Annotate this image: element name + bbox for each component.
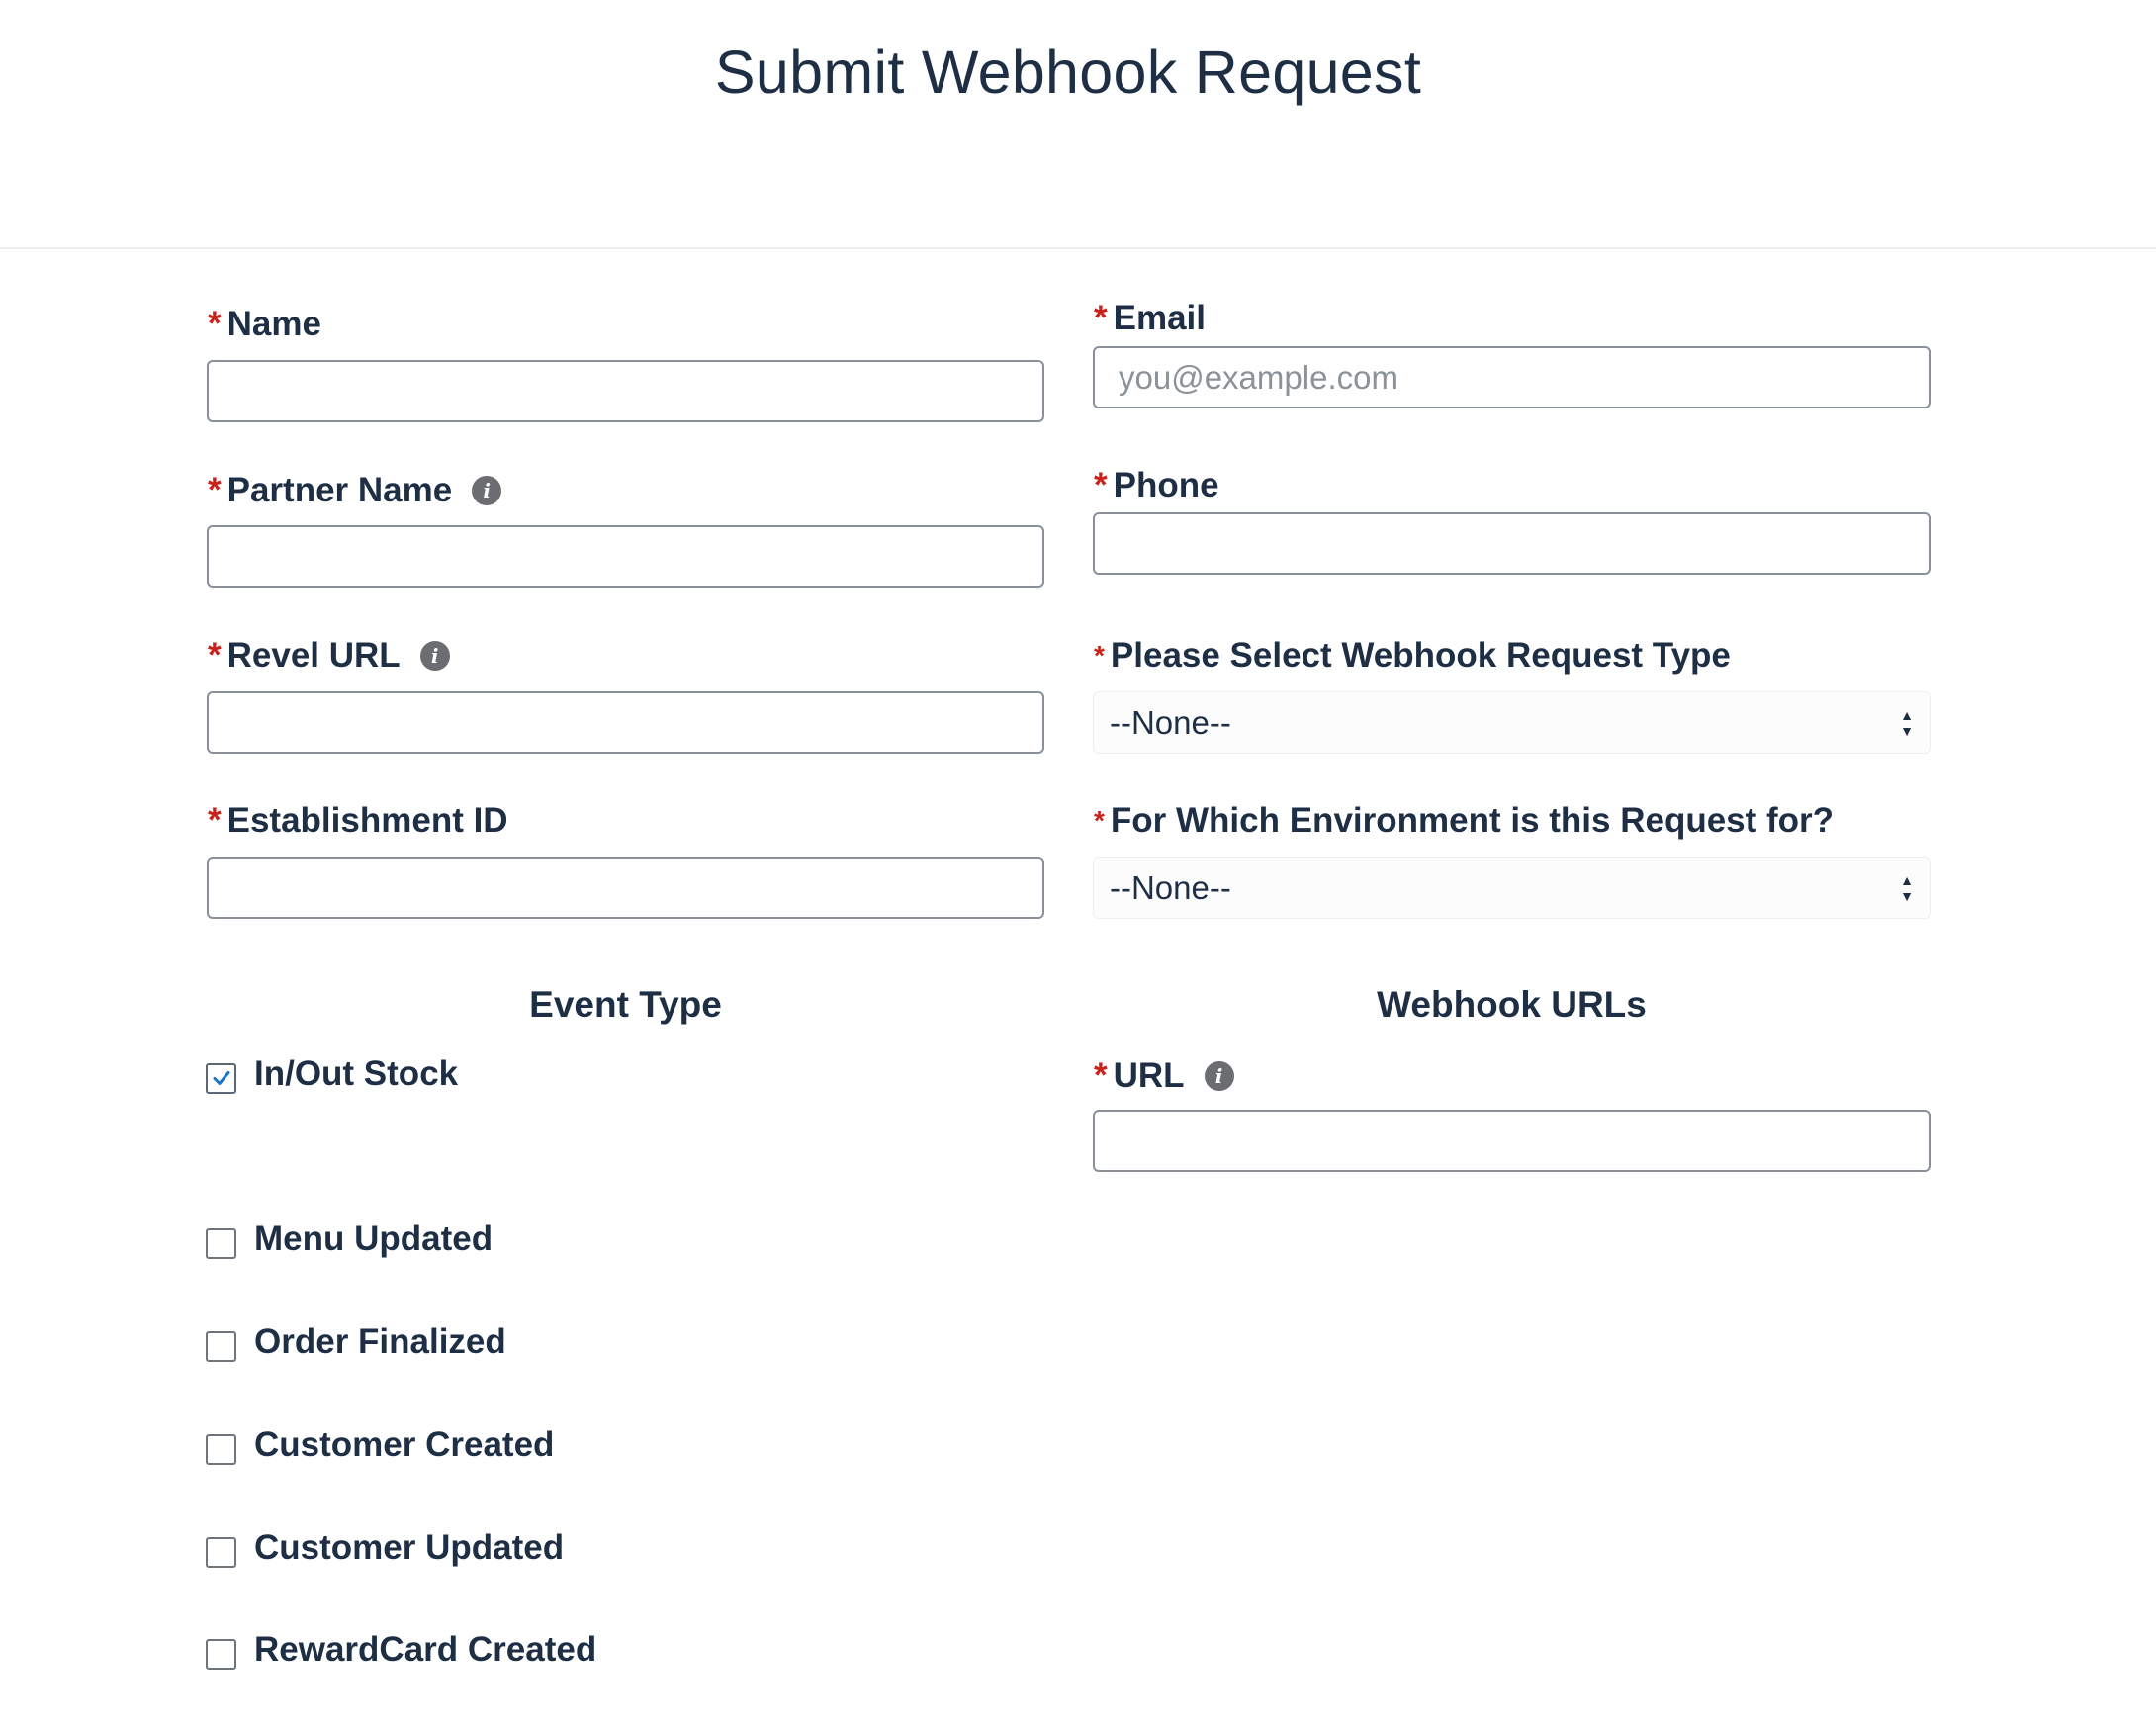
required-marker: *	[1094, 640, 1105, 671]
updown-arrows-icon: ▲ ▼	[1900, 871, 1914, 904]
required-marker: *	[1094, 299, 1108, 337]
partner-name-label-text: Partner Name	[226, 471, 453, 509]
required-marker: *	[208, 305, 222, 343]
name-input[interactable]	[207, 360, 1044, 422]
email-label-text: Email	[1113, 299, 1207, 337]
updown-arrows-icon: ▲ ▼	[1900, 706, 1914, 739]
checkbox[interactable]	[206, 1638, 236, 1670]
environment-value: --None--	[1110, 868, 1231, 906]
checkmark-icon	[213, 1071, 229, 1085]
webhook-request-page: Submit Webhook Request * Name * Email * …	[0, 0, 2156, 1723]
name-label-text: Name	[226, 305, 321, 343]
checkbox[interactable]	[206, 1536, 236, 1568]
event-type-option-label: Order Finalized	[254, 1322, 506, 1361]
partner-name-input[interactable]	[207, 525, 1044, 588]
info-icon[interactable]: i	[472, 476, 502, 505]
header-divider	[0, 247, 2156, 249]
phone-input[interactable]	[1093, 512, 1931, 575]
webhook-request-type-label-text: Please Select Webhook Request Type	[1110, 636, 1731, 675]
phone-label-text: Phone	[1113, 466, 1219, 504]
revel-url-label: * Revel URL i	[208, 636, 450, 676]
info-icon[interactable]: i	[1204, 1061, 1234, 1091]
revel-url-input[interactable]	[207, 691, 1044, 754]
checkbox[interactable]	[206, 1227, 236, 1259]
environment-label: * For Which Environment is this Request …	[1094, 801, 1834, 841]
event-type-option-customer-created[interactable]: Customer Created	[206, 1425, 554, 1465]
webhook-urls-heading: Webhook URLs	[1377, 984, 1647, 1025]
partner-name-label: * Partner Name i	[208, 471, 502, 510]
info-icon[interactable]: i	[419, 641, 450, 671]
event-type-option-label: Customer Updated	[254, 1528, 565, 1567]
event-type-option-menu-updated[interactable]: Menu Updated	[206, 1220, 493, 1259]
required-marker: *	[208, 471, 222, 509]
required-marker: *	[1094, 1056, 1108, 1095]
webhook-request-type-value: --None--	[1110, 703, 1231, 741]
event-type-option-label: Menu Updated	[254, 1220, 494, 1258]
required-marker: *	[1094, 805, 1105, 836]
environment-select[interactable]: --None-- ▲ ▼	[1093, 857, 1931, 919]
event-type-option-customer-updated[interactable]: Customer Updated	[206, 1528, 564, 1568]
establishment-id-label: * Establishment ID	[208, 801, 508, 841]
checkbox[interactable]	[206, 1330, 236, 1362]
required-marker: *	[208, 636, 222, 675]
phone-label: * Phone	[1094, 466, 1219, 505]
event-type-heading: Event Type	[529, 984, 722, 1025]
required-marker: *	[1094, 466, 1108, 504]
event-type-option-order-finalized[interactable]: Order Finalized	[206, 1322, 506, 1362]
event-type-option-label: In/Out Stock	[254, 1054, 459, 1093]
event-type-option-label: RewardCard Created	[254, 1630, 597, 1669]
name-label: * Name	[208, 305, 321, 344]
checkbox[interactable]	[206, 1433, 236, 1465]
event-type-option-label: Customer Created	[254, 1425, 555, 1464]
required-marker: *	[208, 801, 222, 840]
event-type-option-rewardcard-created[interactable]: RewardCard Created	[206, 1630, 596, 1670]
webhook-request-type-select[interactable]: --None-- ▲ ▼	[1093, 691, 1931, 754]
event-type-option-in-out-stock[interactable]: In/Out Stock	[206, 1054, 458, 1094]
environment-label-text: For Which Environment is this Request fo…	[1110, 801, 1835, 840]
email-input[interactable]	[1093, 346, 1931, 408]
checkbox-checked[interactable]	[206, 1062, 236, 1094]
webhook-request-type-label: * Please Select Webhook Request Type	[1094, 636, 1731, 676]
url-label-text: URL	[1113, 1056, 1185, 1095]
establishment-id-input[interactable]	[207, 857, 1044, 919]
email-label: * Email	[1094, 299, 1206, 338]
page-title: Submit Webhook Request	[714, 39, 1422, 106]
url-input[interactable]	[1093, 1110, 1931, 1172]
establishment-id-label-text: Establishment ID	[226, 801, 508, 840]
url-label: * URL i	[1094, 1056, 1234, 1096]
revel-url-label-text: Revel URL	[226, 636, 401, 675]
